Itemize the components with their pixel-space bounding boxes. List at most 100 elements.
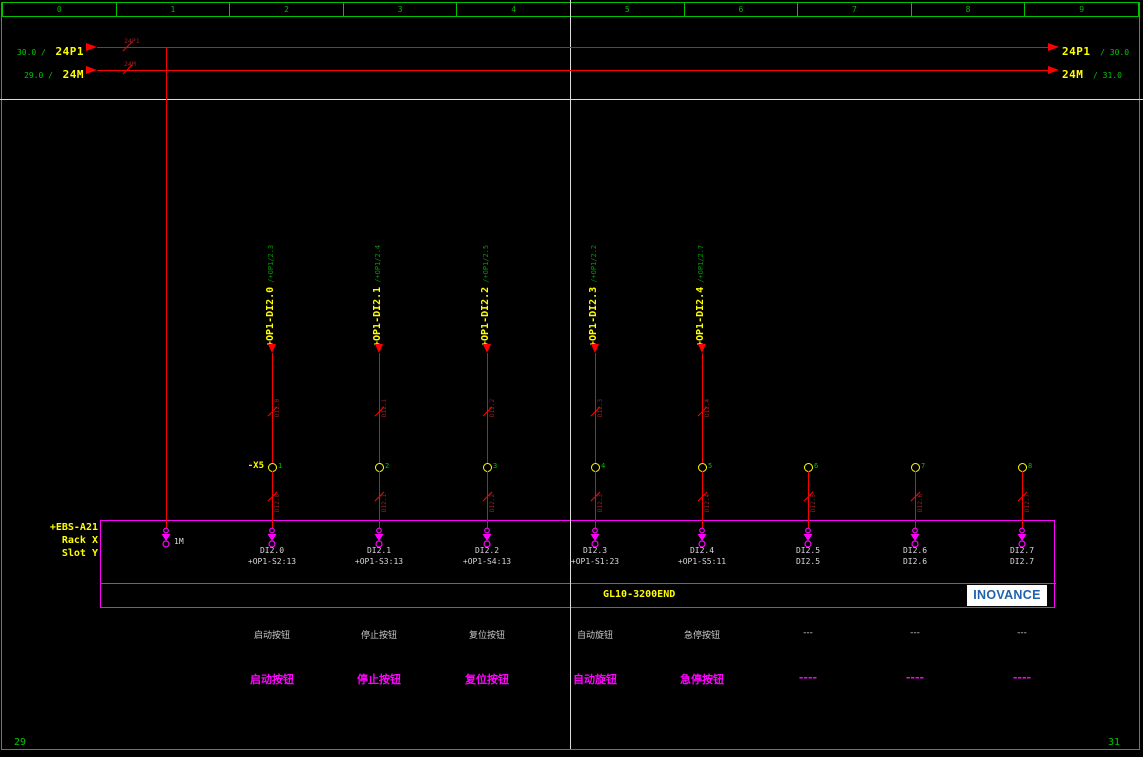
signal-wire — [702, 353, 703, 463]
rail-24p1-right-label: 24P1 / 30.0 — [1062, 40, 1129, 59]
function-label-magenta: 自动旋钮 — [545, 671, 645, 687]
signal-xref: /+OP1/2.3 — [267, 245, 275, 283]
ruler-cell: 6 — [685, 3, 799, 16]
io-address-label: +OP1-S2:13 — [222, 556, 322, 567]
function-label-gray: 自动旋钮 — [545, 628, 645, 641]
ruler-cell: 7 — [798, 3, 912, 16]
rail-24p1-left-label: 30.0 / 24P1 — [0, 40, 84, 59]
device-slot: Slot Y — [18, 547, 98, 560]
source-arrow-icon — [268, 344, 276, 353]
terminal-number: 7 — [921, 462, 925, 470]
interrupt-arrow-icon — [86, 43, 97, 51]
rail-24m-left-label: 29.0 / 24M — [0, 63, 84, 82]
terminal-number: 8 — [1028, 462, 1032, 470]
io-label-block: DI2.4 +OP1-S5:11 — [652, 545, 752, 567]
io-label-block: DI2.5 DI2.5 — [758, 545, 858, 567]
io-channel-label: 1M — [174, 537, 184, 546]
function-label-gray: --- — [865, 628, 965, 638]
ruler-cell: 3 — [344, 3, 458, 16]
io-channel-label: DI2.2 — [437, 545, 537, 556]
device-name: +EBS-A21 — [18, 521, 98, 534]
sheet-border-right — [1139, 2, 1140, 750]
rail-name: 24M — [63, 68, 84, 81]
signal-wire — [379, 471, 380, 529]
rail-24p1-wire — [97, 47, 1048, 48]
signal-name: +OP1-DI2.0 — [265, 287, 276, 347]
signal-label: +OP1-DI2.2 /+OP1/2.5 — [477, 245, 489, 347]
signal-xref: /+OP1/2.7 — [697, 245, 705, 283]
function-label-magenta: 复位按钮 — [437, 671, 537, 687]
page-number-next: 31 — [1108, 737, 1120, 748]
plc-module-strip-line — [100, 583, 1056, 584]
wire-number-tag: DI2.0 — [274, 494, 281, 512]
wire-number-tag: 24M — [124, 60, 136, 68]
signal-xref: /+OP1/2.4 — [374, 245, 382, 283]
rail-left-xref: 29.0 / — [24, 71, 53, 80]
io-address-label: +OP1-S4:13 — [437, 556, 537, 567]
ruler-cell: 0 — [3, 3, 117, 16]
io-address-label: DI2.5 — [758, 556, 858, 567]
wire-number-tag: DI2.1 — [381, 494, 388, 512]
signal-wire — [487, 471, 488, 529]
interrupt-arrow-icon — [86, 66, 97, 74]
function-label-magenta: ---- — [865, 671, 965, 684]
io-channel-label: DI2.3 — [545, 545, 645, 556]
wire-number-tag: DI2.4 — [704, 494, 711, 512]
plc-connection-point-icon — [160, 527, 172, 548]
rail-24m-wire — [97, 70, 1048, 71]
terminal-number: 2 — [385, 462, 389, 470]
function-label-gray: 启动按钮 — [222, 628, 322, 641]
signal-wire — [808, 471, 809, 529]
signal-name: +OP1-DI2.4 — [695, 287, 706, 347]
signal-name: +OP1-DI2.2 — [480, 287, 491, 347]
terminal-number: 4 — [601, 462, 605, 470]
io-channel-label: DI2.7 — [972, 545, 1072, 556]
io-label-block: DI2.1 +OP1-S3:13 — [329, 545, 429, 567]
signal-label: +OP1-DI2.1/+OP1/2.4 — [369, 245, 381, 347]
signal-xref: /+OP1/2.2 — [590, 245, 598, 283]
io-label-block: DI2.7 DI2.7 — [972, 545, 1072, 567]
ruler-cell: 9 — [1025, 3, 1138, 16]
io-label-block: DI2.0 +OP1-S2:13 — [222, 545, 322, 567]
ruler-cell: 2 — [230, 3, 344, 16]
signal-xref: /+OP1/2.5 — [482, 245, 490, 283]
sheet-border-left — [1, 2, 2, 750]
function-label-magenta: 启动按钮 — [222, 671, 322, 687]
schematic-sheet: 0 1 2 3 4 5 6 7 8 9 30.0 / 24P1 24P1 24P… — [0, 0, 1143, 757]
wire-number-tag: DI2.4 — [704, 399, 711, 417]
signal-wire — [487, 353, 488, 463]
io-channel-label: DI2.1 — [329, 545, 429, 556]
io-address-label: +OP1-S3:13 — [329, 556, 429, 567]
function-label-magenta: ---- — [758, 671, 858, 684]
wire-number-tag: DI2.1 — [381, 399, 388, 417]
io-channel-label: DI2.6 — [865, 545, 965, 556]
io-channel-label: DI2.0 — [222, 545, 322, 556]
source-arrow-icon — [483, 344, 491, 353]
device-rack: Rack X — [18, 534, 98, 547]
interrupt-arrow-icon — [1048, 66, 1059, 74]
rail-right-xref: / 30.0 — [1100, 48, 1129, 57]
brand-logo: INOVANCE — [967, 585, 1047, 606]
wire-number-tag: DI2.7 — [1024, 494, 1031, 512]
terminal-number: 1 — [278, 462, 282, 470]
signal-wire — [595, 353, 596, 463]
rail-name: 24P1 — [1062, 45, 1091, 58]
wire-number-tag: DI2.3 — [597, 494, 604, 512]
function-label-gray: 复位按钮 — [437, 628, 537, 641]
function-label-magenta: 急停按钮 — [652, 671, 752, 687]
io-address-label: DI2.6 — [865, 556, 965, 567]
signal-label: +OP1-DI2.0 /+OP1/2.3 — [262, 245, 274, 347]
wire-number-tag: DI2.0 — [274, 399, 281, 417]
function-label-gray: 急停按钮 — [652, 628, 752, 641]
signal-wire — [1022, 471, 1023, 529]
signal-label: +OP1-DI2.4 /+OP1/2.7 — [692, 245, 704, 347]
signal-wire — [272, 353, 273, 463]
wire-number-tag: DI2.5 — [810, 494, 817, 512]
io-channel-label: DI2.5 — [758, 545, 858, 556]
source-arrow-icon — [698, 344, 706, 353]
signal-wire — [379, 353, 380, 463]
function-label-gray: --- — [972, 628, 1072, 638]
function-label-magenta: 停止按钮 — [329, 671, 429, 687]
io-label-block: DI2.2 +OP1-S4:13 — [437, 545, 537, 567]
interrupt-arrow-icon — [1048, 43, 1059, 51]
